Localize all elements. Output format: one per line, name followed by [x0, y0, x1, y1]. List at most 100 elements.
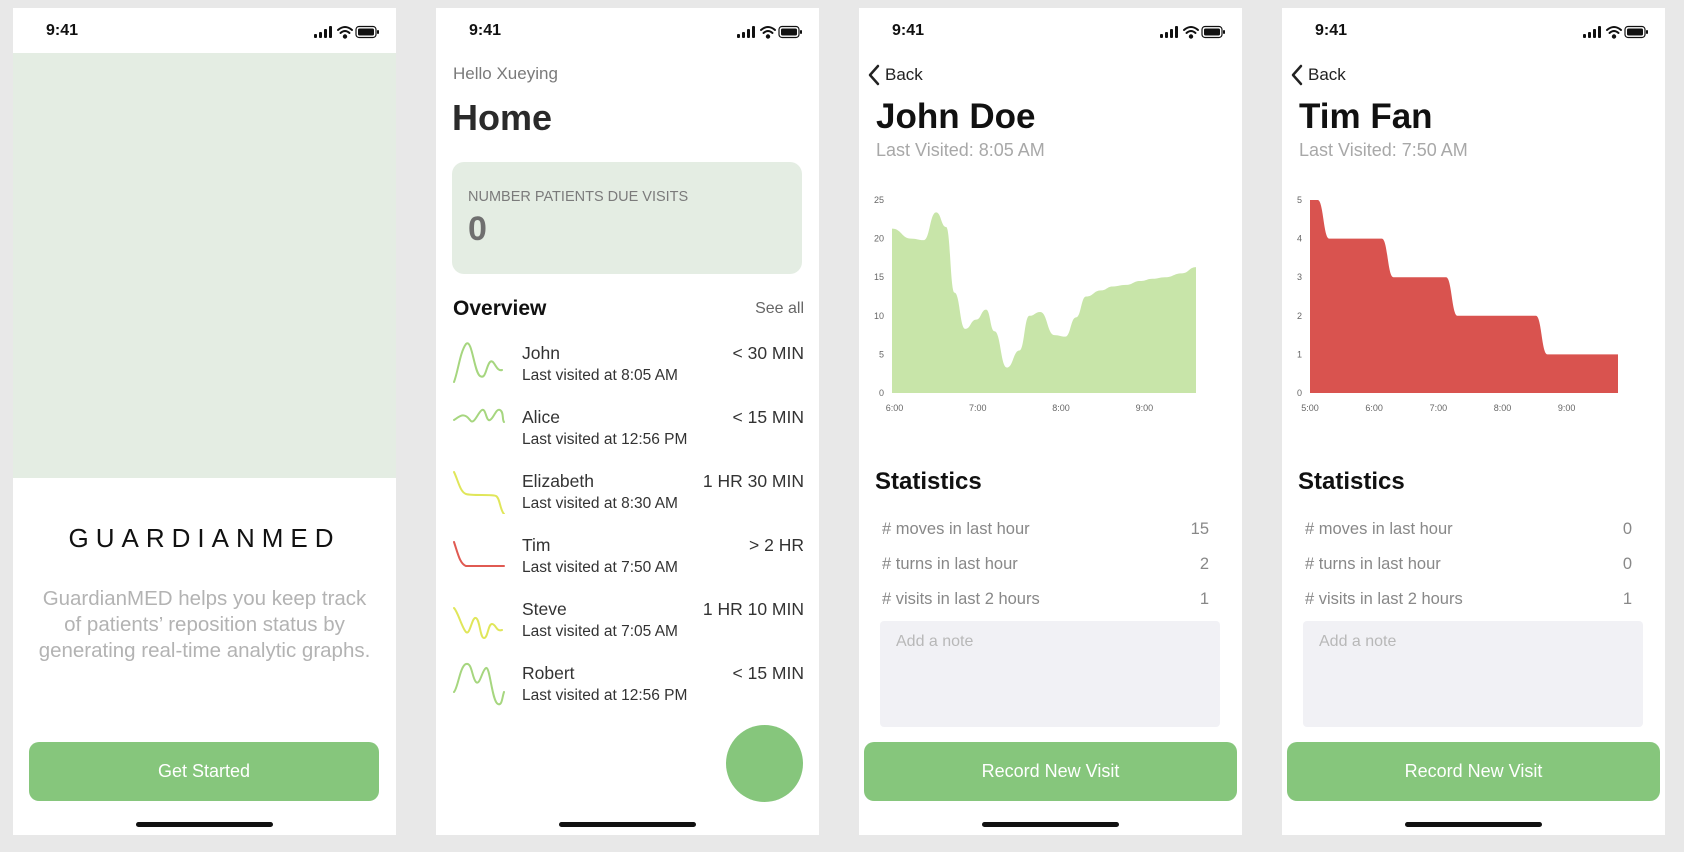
add-patient-button[interactable]: [726, 725, 803, 802]
back-button[interactable]: Back: [1290, 64, 1346, 86]
stat-value: 2: [1199, 555, 1209, 573]
patient-due-time: > 2 HR: [749, 535, 804, 555]
patient-last-visited: Last visited at 7:05 AM: [522, 623, 678, 640]
status-bar: 9:41: [436, 8, 819, 52]
y-tick-label: 5: [879, 349, 884, 359]
sparkline-icon: [453, 541, 505, 567]
sparkline-icon: [453, 607, 503, 640]
statistics-heading: Statistics: [875, 468, 982, 495]
stat-label: # turns in last hour: [882, 555, 1018, 573]
note-input[interactable]: Add a note: [880, 621, 1220, 727]
y-tick-label: 3: [1297, 272, 1302, 282]
y-tick-label: 2: [1297, 311, 1302, 321]
x-tick-label: 5:00: [1301, 403, 1319, 413]
patient-name: John: [522, 343, 560, 363]
stat-label: # moves in last hour: [1305, 520, 1453, 538]
see-all-link[interactable]: See all: [755, 300, 804, 318]
x-tick-label: 9:00: [1558, 403, 1576, 413]
status-icons: [314, 25, 379, 39]
x-tick-label: 7:00: [1430, 403, 1448, 413]
patient-detail-screen-tim: 9:41 Back Tim Fan Last Visited: 7:50 AM …: [1282, 8, 1665, 835]
patient-last-visited: Last visited at 12:56 PM: [522, 687, 688, 704]
status-time: 9:41: [46, 22, 79, 39]
y-tick-label: 1: [1297, 349, 1302, 359]
back-button[interactable]: Back: [867, 64, 923, 86]
patient-name: Tim: [522, 535, 551, 555]
patient-name: Alice: [522, 407, 560, 427]
battery-icon: [778, 25, 802, 39]
record-new-visit-button[interactable]: Record New Visit: [1287, 742, 1660, 801]
x-tick-label: 6:00: [1365, 403, 1383, 413]
wifi-icon: [337, 26, 353, 39]
welcome-screen: 9:41 GUARDIANMED GuardianMED helps you k…: [13, 8, 396, 835]
patient-row-alice[interactable]: Alice Last visited at 12:56 PM < 15 MIN: [436, 402, 819, 462]
last-visited: Last Visited: 7:50 AM: [1299, 140, 1468, 160]
sparkline-icon: [453, 662, 505, 706]
movement-chart: 0 5 10 15 20 25 6:00 7:00 8:00 9:00: [874, 195, 1196, 413]
y-tick-label: 20: [874, 234, 884, 244]
movement-area-series: [892, 212, 1196, 393]
sparkline-icon: [453, 342, 503, 383]
stat-row-visits: # visits in last 2 hours 1: [1305, 590, 1632, 614]
battery-icon: [1624, 25, 1648, 39]
patient-name-title: John Doe: [876, 97, 1036, 136]
signal-icon: [314, 26, 332, 38]
back-label: Back: [885, 65, 923, 84]
due-visits-card[interactable]: NUMBER PATIENTS DUE VISITS 0: [452, 162, 802, 274]
patient-row-steve[interactable]: Steve Last visited at 7:05 AM 1 HR 10 MI…: [436, 594, 819, 654]
sparkline-icon: [453, 408, 505, 423]
patient-name: Steve: [522, 599, 567, 619]
patient-due-time: < 15 MIN: [732, 407, 805, 427]
sparkline-icon: [453, 471, 505, 514]
x-tick-label: 8:00: [1494, 403, 1512, 413]
note-input[interactable]: Add a note: [1303, 621, 1643, 727]
stat-row-turns: # turns in last hour 2: [882, 555, 1209, 579]
signal-icon: [1160, 26, 1178, 38]
patient-row-elizabeth[interactable]: Elizabeth Last visited at 8:30 AM 1 HR 3…: [436, 466, 819, 526]
patient-row-tim[interactable]: Tim Last visited at 7:50 AM > 2 HR: [436, 530, 819, 590]
y-tick-label: 15: [874, 272, 884, 282]
greeting: Hello Xueying: [453, 64, 558, 83]
stat-row-moves: # moves in last hour 0: [1305, 520, 1632, 544]
y-tick-label: 10: [874, 311, 884, 321]
get-started-button[interactable]: Get Started: [29, 742, 379, 801]
page-title: Home: [452, 97, 553, 138]
patient-row-robert[interactable]: Robert Last visited at 12:56 PM < 15 MIN: [436, 658, 819, 718]
home-indicator[interactable]: [982, 822, 1119, 827]
stat-value: 0: [1622, 555, 1632, 573]
patient-last-visited: Last visited at 8:05 AM: [522, 367, 678, 384]
status-time: 9:41: [1315, 22, 1348, 39]
status-icons: [1583, 25, 1648, 39]
home-indicator[interactable]: [136, 822, 273, 827]
patient-due-time: < 30 MIN: [732, 343, 805, 363]
y-tick-label: 25: [874, 195, 884, 205]
wifi-icon: [1606, 26, 1622, 39]
home-indicator[interactable]: [559, 822, 696, 827]
y-tick-label: 5: [1297, 195, 1302, 205]
due-visits-label: NUMBER PATIENTS DUE VISITS: [468, 189, 689, 205]
status-time: 9:41: [469, 22, 502, 39]
stat-value: 1: [1199, 590, 1209, 608]
x-tick-label: 9:00: [1136, 403, 1154, 413]
signal-icon: [1583, 26, 1601, 38]
stat-row-visits: # visits in last 2 hours 1: [882, 590, 1209, 614]
patient-last-visited: Last visited at 7:50 AM: [522, 559, 678, 576]
stat-row-turns: # turns in last hour 0: [1305, 555, 1632, 579]
overview-heading: Overview: [453, 297, 547, 320]
brand-logo: GUARDIANMED: [68, 523, 341, 553]
record-new-visit-button[interactable]: Record New Visit: [864, 742, 1237, 801]
status-bar: 9:41: [1282, 8, 1665, 52]
y-tick-label: 4: [1297, 234, 1302, 244]
home-screen: 9:41 Hello Xueying Home NUMBER PATIENTS …: [436, 8, 819, 835]
stat-label: # visits in last 2 hours: [882, 590, 1040, 608]
stat-row-moves: # moves in last hour 15: [882, 520, 1209, 544]
patient-name: Robert: [522, 663, 575, 683]
status-time: 9:41: [892, 22, 925, 39]
status-bar: 9:41: [13, 8, 396, 52]
wifi-icon: [760, 26, 776, 39]
signal-icon: [737, 26, 755, 38]
home-indicator[interactable]: [1405, 822, 1542, 827]
patient-row-john[interactable]: John Last visited at 8:05 AM < 30 MIN: [436, 338, 819, 398]
patient-name: Elizabeth: [522, 471, 594, 491]
stat-label: # visits in last 2 hours: [1305, 590, 1463, 608]
